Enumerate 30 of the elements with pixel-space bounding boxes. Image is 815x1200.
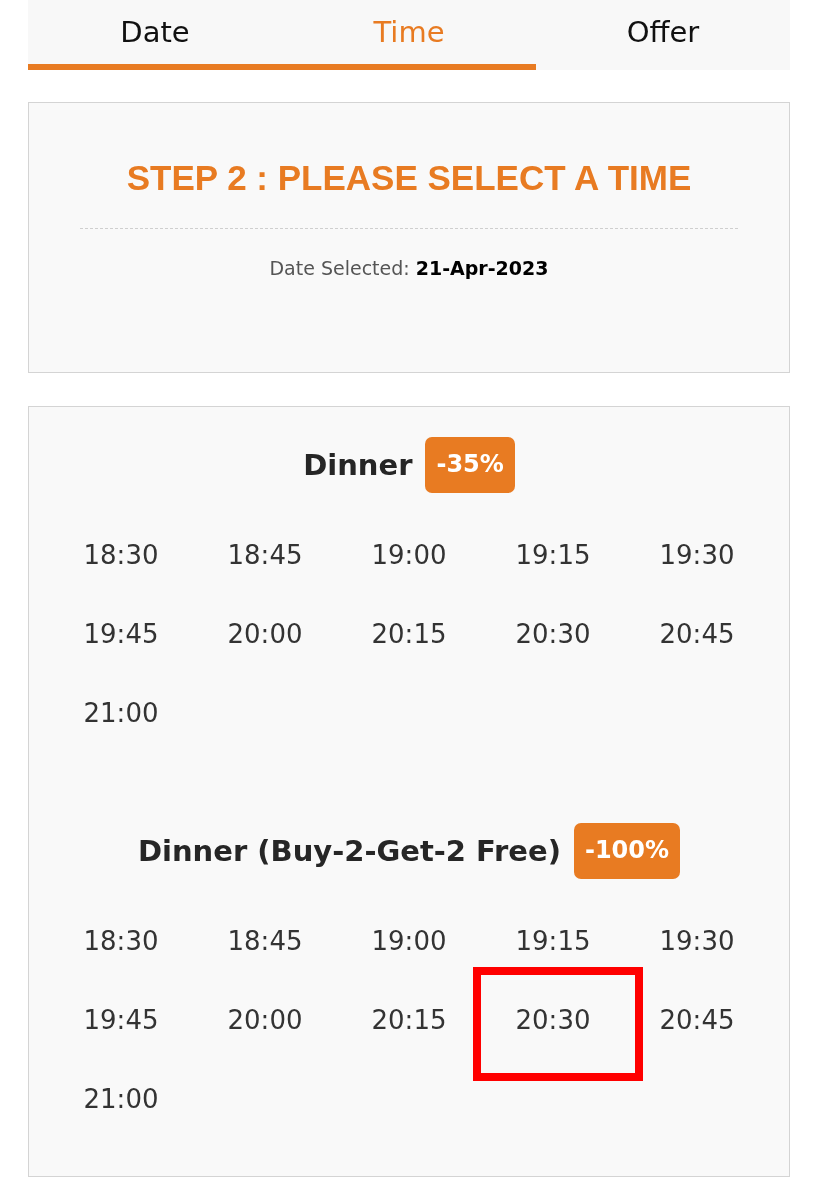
tab[interactable]: Date (28, 0, 282, 70)
time-slot[interactable]: 20:45 (657, 999, 737, 1040)
time-slot[interactable]: 20:00 (225, 999, 305, 1040)
tab[interactable]: Offer (536, 0, 790, 70)
time-slot[interactable]: 20:00 (225, 613, 305, 654)
time-slot[interactable]: 20:15 (369, 999, 449, 1040)
selected-date-text: Date Selected: 21-Apr-2023 (269, 256, 549, 281)
discount-badge: -35% (425, 437, 515, 493)
time-slot[interactable]: 19:00 (369, 534, 449, 575)
time-slot[interactable]: 21:00 (81, 692, 161, 733)
time-slot[interactable]: 19:45 (81, 999, 161, 1040)
session-title: Dinner (303, 447, 413, 484)
time-slot[interactable]: 21:00 (81, 1078, 161, 1119)
time-slot[interactable]: 20:15 (369, 613, 449, 654)
time-slot[interactable]: 20:30 (513, 999, 593, 1040)
time-slot[interactable]: 18:45 (225, 534, 305, 575)
time-slot[interactable]: 19:15 (513, 920, 593, 961)
discount-badge: -100% (573, 823, 681, 879)
step-title: STEP 2 : PLEASE SELECT A TIME (125, 157, 693, 199)
time-slot[interactable]: 19:00 (369, 920, 449, 961)
time-slot[interactable]: 19:45 (81, 613, 161, 654)
time-slot[interactable]: 19:15 (513, 534, 593, 575)
time-slot[interactable]: 19:30 (657, 920, 737, 961)
time-slot[interactable]: 20:30 (513, 613, 593, 654)
time-slot[interactable]: 18:30 (81, 534, 161, 575)
time-slot[interactable]: 20:45 (657, 613, 737, 654)
time-slot[interactable]: 18:30 (81, 920, 161, 961)
time-slot[interactable]: 18:45 (225, 920, 305, 961)
session-title: Dinner (Buy-2-Get-2 Free) (137, 833, 561, 870)
time-slot[interactable]: 19:30 (657, 534, 737, 575)
